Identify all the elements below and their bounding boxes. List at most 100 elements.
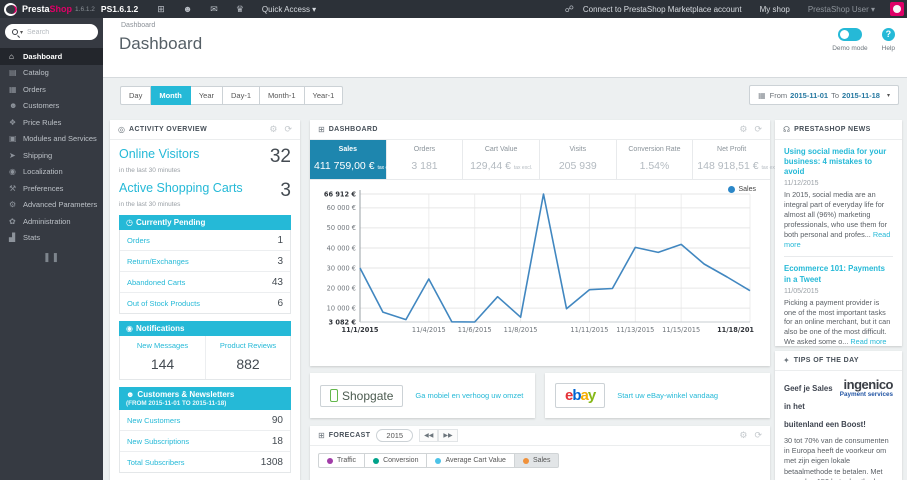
kpi-label: Orders <box>413 146 436 153</box>
search-input[interactable] <box>27 28 86 36</box>
abandoned-carts-link[interactable]: Abandoned Carts <box>127 278 185 287</box>
sidebar-item-preferences[interactable]: ⚒ Preferences <box>0 180 103 197</box>
total-subscribers-link[interactable]: Total Subscribers <box>127 458 185 467</box>
kpi-label: Net Profit <box>717 146 747 153</box>
tips-panel-title: TIPS OF THE DAY <box>793 357 859 364</box>
gear-icon[interactable]: ⚙ <box>269 124 277 135</box>
refresh-icon[interactable]: ⟳ <box>754 124 762 135</box>
forecast-prev-button[interactable]: ◀◀ <box>419 429 439 442</box>
filter-year[interactable]: Year <box>190 86 223 105</box>
cart-icon[interactable]: ⊞ <box>157 4 165 15</box>
new-subscriptions-link[interactable]: New Subscriptions <box>127 437 189 446</box>
product-reviews-cell: Product Reviews 882 <box>205 336 290 379</box>
prestashop-logo <box>4 2 17 16</box>
toggle-label: Traffic <box>337 457 357 464</box>
new-messages-link[interactable]: New Messages <box>122 341 203 350</box>
sidebar-item-orders[interactable]: ▦ Orders <box>0 81 103 98</box>
table-row: New Subscriptions 18 <box>120 431 290 452</box>
to-label: To <box>831 90 840 100</box>
demo-mode-toggle[interactable]: Demo mode <box>832 28 868 52</box>
trophy-icon[interactable]: ♛ <box>236 4 244 15</box>
article-title-link[interactable]: Using social media for your business: 4 … <box>784 147 893 177</box>
forecast-year[interactable]: 2015 <box>376 429 414 442</box>
gear-icon[interactable]: ⚙ <box>739 124 747 135</box>
pending-orders-link[interactable]: Orders <box>127 236 150 245</box>
new-customers-link[interactable]: New Customers <box>127 416 180 425</box>
mail-icon[interactable]: ✉ <box>210 4 218 15</box>
dashboard-panel-icon: ⊞ <box>318 125 325 134</box>
refresh-icon[interactable]: ⟳ <box>754 430 762 441</box>
sidebar-item-catalog[interactable]: ▤ Catalog <box>0 65 103 82</box>
sidebar-item-administration[interactable]: ✿ Administration <box>0 213 103 230</box>
modules-icon: ▣ <box>9 134 17 144</box>
refresh-icon[interactable]: ⟳ <box>284 124 292 135</box>
kpi-tabs: Sales 411 759,00 € tax excl. Orders 3 18… <box>310 140 780 180</box>
sidebar-item-modules[interactable]: ▣ Modules and Services <box>0 131 103 148</box>
kpi-label: Sales <box>338 146 357 153</box>
notifications-title: Notifications <box>135 324 185 333</box>
sidebar-item-dashboard[interactable]: ⌂ Dashboard <box>0 48 103 65</box>
toggle-conversion[interactable]: Conversion <box>365 453 428 468</box>
news-article: Using social media for your business: 4 … <box>784 147 893 249</box>
sidebar-collapse-button[interactable]: ❚❚ <box>0 252 103 263</box>
customer-icon[interactable]: ☻ <box>183 4 192 14</box>
kpi-value: 205 939 <box>558 160 597 172</box>
kpi-tab-orders[interactable]: Orders 3 181 <box>387 140 464 179</box>
gear-icon[interactable]: ⚙ <box>739 430 747 441</box>
table-row: Abandoned Carts 43 <box>120 272 290 293</box>
toggle-traffic[interactable]: Traffic <box>318 453 366 468</box>
toggle-sales[interactable]: Sales <box>514 453 560 468</box>
sidebar-item-label: Modules and Services <box>23 134 97 144</box>
brand-presta: Presta <box>22 4 50 14</box>
sidebar-item-customers[interactable]: ☻ Customers <box>0 98 103 115</box>
kpi-tab-cart-value[interactable]: Cart Value 129,44 € tax excl. <box>463 140 540 179</box>
kpi-tab-visits[interactable]: Visits 205 939 <box>540 140 617 179</box>
quick-access-menu[interactable]: Quick Access ▾ <box>262 5 316 14</box>
user-avatar[interactable] <box>890 2 904 16</box>
help-icon[interactable]: ? <box>881 28 895 41</box>
online-visitors-value: 32 <box>269 146 291 167</box>
ebay-ad[interactable]: ebay Start uw eBay-winkel vandaag <box>545 373 770 418</box>
user-menu[interactable]: PrestaShop User ▾ <box>808 5 875 14</box>
shopgate-ad-link[interactable]: Ga mobiel en verhoog uw omzet <box>415 391 523 400</box>
legend-label: Sales <box>738 186 756 193</box>
marketplace-connect-link[interactable]: Connect to PrestaShop Marketplace accoun… <box>583 5 742 14</box>
ebay-letter: b <box>572 387 581 404</box>
product-reviews-link[interactable]: Product Reviews <box>208 341 288 350</box>
my-shop-link[interactable]: My shop <box>760 5 790 14</box>
shopgate-ad[interactable]: Shopgate Ga mobiel en verhoog uw omzet <box>310 373 535 418</box>
date-range-picker[interactable]: ▦ From 2015-11-01 To 2015-11-18 ▾ <box>749 85 899 105</box>
kpi-tab-conversion-rate[interactable]: Conversion Rate 1.54% <box>617 140 694 179</box>
ingenico-logo: ingenico Payment services <box>839 378 894 398</box>
sidebar-search[interactable]: ▾ <box>5 24 98 40</box>
help-button[interactable]: ? Help <box>882 28 895 52</box>
out-of-stock-link[interactable]: Out of Stock Products <box>127 299 200 308</box>
filter-year-minus-1[interactable]: Year-1 <box>304 86 344 105</box>
active-carts-link[interactable]: Active Shopping Carts <box>119 181 243 195</box>
search-scope-caret-icon[interactable]: ▾ <box>20 29 23 36</box>
filter-day-minus-1[interactable]: Day-1 <box>223 86 261 105</box>
orders-icon: ▦ <box>9 84 17 94</box>
filter-month[interactable]: Month <box>151 86 191 105</box>
read-more-link[interactable]: Read more <box>850 337 886 346</box>
ingenico-subtitle: Payment services <box>839 391 893 398</box>
svg-text:40 000 €: 40 000 € <box>327 244 356 252</box>
kpi-tab-sales[interactable]: Sales 411 759,00 € tax excl. <box>310 140 396 179</box>
sidebar-item-advanced-parameters[interactable]: ⚙ Advanced Parameters <box>0 197 103 214</box>
toggle-average-cart-value[interactable]: Average Cart Value <box>427 453 515 468</box>
article-title-link[interactable]: Ecommerce 101: Payments in a Tweet <box>784 264 893 284</box>
sidebar-item-price-rules[interactable]: ❖ Price Rules <box>0 114 103 131</box>
sidebar-item-shipping[interactable]: ➤ Shipping <box>0 147 103 164</box>
filter-day[interactable]: Day <box>120 86 152 105</box>
sidebar-item-stats[interactable]: ▟ Stats <box>0 230 103 247</box>
date-filter-buttons: Day Month Year Day-1 Month-1 Year-1 <box>120 86 344 105</box>
online-visitors-link[interactable]: Online Visitors <box>119 147 199 161</box>
ebay-ad-link[interactable]: Start uw eBay-winkel vandaag <box>617 391 718 400</box>
breadcrumb[interactable]: Dashboard <box>121 22 155 29</box>
filter-month-minus-1[interactable]: Month-1 <box>260 86 305 105</box>
forecast-next-button[interactable]: ▶▶ <box>438 429 458 442</box>
toggle-switch[interactable] <box>837 28 862 41</box>
sidebar-item-localization[interactable]: ◉ Localization <box>0 164 103 181</box>
kpi-tab-net-profit[interactable]: Net Profit 148 918,51 € tax excl. <box>693 140 780 179</box>
return-exchanges-link[interactable]: Return/Exchanges <box>127 257 189 266</box>
